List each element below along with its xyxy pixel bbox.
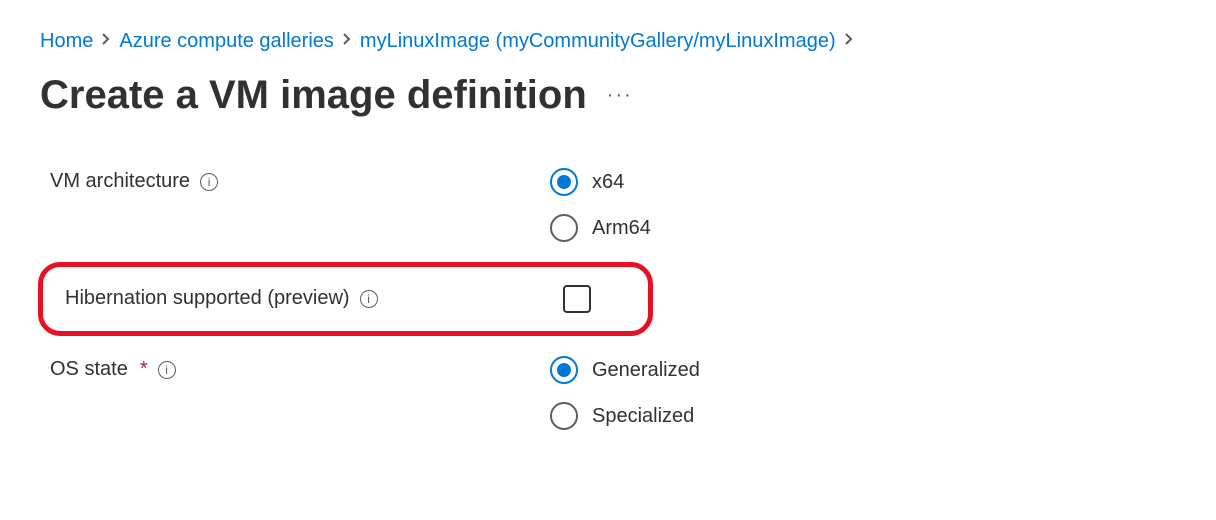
chevron-right-icon	[101, 32, 111, 51]
radio-label: Arm64	[592, 217, 651, 240]
breadcrumb-galleries[interactable]: Azure compute galleries	[119, 30, 334, 53]
page-title: Create a VM image definition	[40, 73, 587, 118]
radio-icon	[550, 168, 578, 196]
control-hibernation	[535, 285, 591, 313]
chevron-right-icon	[342, 32, 352, 51]
radio-icon	[550, 402, 578, 430]
field-os-state: OS state * i Generalized Specialized	[40, 356, 1176, 430]
control-vm-architecture: x64 Arm64	[550, 168, 651, 242]
required-indicator: *	[140, 358, 148, 381]
label-text: Hibernation supported (preview)	[65, 287, 350, 310]
info-icon[interactable]: i	[158, 361, 176, 379]
radio-specialized[interactable]: Specialized	[550, 402, 700, 430]
radio-label: x64	[592, 171, 624, 194]
radio-icon	[550, 356, 578, 384]
radio-arm64[interactable]: Arm64	[550, 214, 651, 242]
radio-icon	[550, 214, 578, 242]
label-text: OS state	[50, 358, 128, 381]
label-hibernation: Hibernation supported (preview) i	[65, 285, 535, 310]
label-vm-architecture: VM architecture i	[50, 168, 550, 193]
breadcrumb-home[interactable]: Home	[40, 30, 93, 53]
hibernation-checkbox[interactable]	[563, 285, 591, 313]
radio-x64[interactable]: x64	[550, 168, 651, 196]
label-text: VM architecture	[50, 170, 190, 193]
info-icon[interactable]: i	[200, 173, 218, 191]
control-os-state: Generalized Specialized	[550, 356, 700, 430]
breadcrumb-image[interactable]: myLinuxImage (myCommunityGallery/myLinux…	[360, 30, 836, 53]
label-os-state: OS state * i	[50, 356, 550, 381]
chevron-right-icon	[844, 32, 854, 51]
radio-generalized[interactable]: Generalized	[550, 356, 700, 384]
field-hibernation: Hibernation supported (preview) i	[53, 285, 638, 313]
radio-label: Specialized	[592, 405, 694, 428]
more-actions-button[interactable]: ···	[607, 84, 633, 107]
field-vm-architecture: VM architecture i x64 Arm64	[40, 168, 1176, 242]
breadcrumb: Home Azure compute galleries myLinuxImag…	[40, 30, 1176, 53]
highlight-annotation: Hibernation supported (preview) i	[38, 262, 653, 336]
title-row: Create a VM image definition ···	[40, 73, 1176, 118]
info-icon[interactable]: i	[360, 290, 378, 308]
radio-label: Generalized	[592, 359, 700, 382]
